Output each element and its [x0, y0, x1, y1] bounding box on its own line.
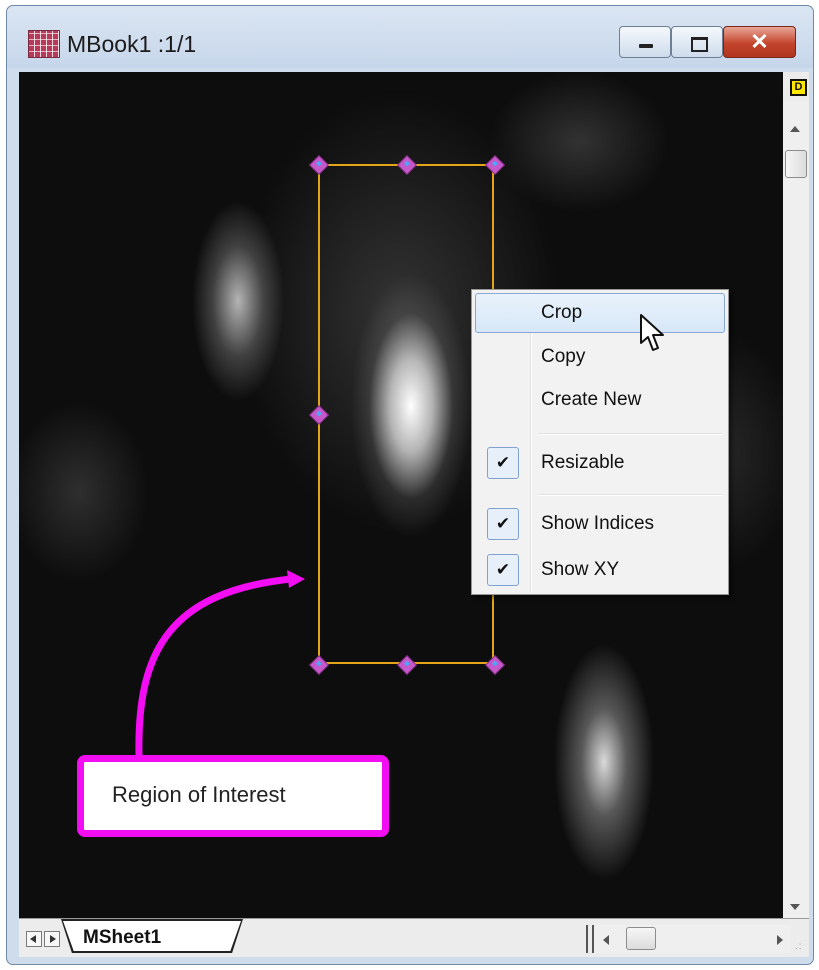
chevron-right-icon	[50, 935, 56, 943]
menu-item-label: Crop	[541, 302, 583, 323]
scroll-up-icon[interactable]	[790, 126, 800, 132]
menu-item-show-indices[interactable]: ✔ Show Indices	[475, 504, 725, 544]
scroll-right-icon[interactable]	[777, 935, 783, 945]
matrix-book-icon[interactable]	[28, 30, 60, 58]
resize-grip-icon[interactable]: .:	[795, 941, 803, 952]
minimize-icon	[639, 44, 653, 48]
check-icon: ✔	[487, 554, 519, 586]
maximize-button[interactable]	[671, 26, 723, 58]
close-icon: ✕	[750, 29, 769, 54]
next-sheet-button[interactable]	[44, 931, 60, 947]
menu-item-label: Create New	[541, 389, 642, 410]
close-button[interactable]: ✕	[723, 26, 796, 58]
menu-separator	[538, 433, 722, 435]
window-title: MBook1 :1/1	[67, 31, 197, 57]
title-bar[interactable]: MBook1 :1/1 ✕	[7, 6, 813, 68]
callout-label: Region of Interest	[112, 782, 286, 807]
check-icon: ✔	[487, 447, 519, 479]
menu-item-create-new[interactable]: Create New	[475, 380, 725, 420]
chevron-left-icon	[30, 935, 36, 943]
sheet-tab-bar: MSheet1 .:	[19, 918, 809, 957]
mouse-pointer-icon	[640, 314, 664, 351]
vertical-scroll-thumb[interactable]	[785, 150, 807, 178]
workbook-window: MBook1 :1/1 ✕ Region of Interest D MShee…	[6, 5, 814, 965]
menu-item-label: Show Indices	[541, 513, 655, 534]
minimize-button[interactable]	[619, 26, 671, 58]
scroll-split-handle[interactable]	[586, 925, 594, 953]
menu-item-resizable[interactable]: ✔ Resizable	[475, 443, 725, 483]
matrix-client-area: Region of Interest D MSheet1 .: Crop Cop…	[19, 72, 809, 957]
menu-item-label: Show XY	[541, 559, 620, 580]
horizontal-scroll-thumb[interactable]	[626, 927, 656, 950]
horizontal-scrollbar[interactable]	[595, 925, 791, 953]
maximize-icon	[691, 37, 708, 52]
menu-item-show-xy[interactable]: ✔ Show XY	[475, 550, 725, 590]
menu-item-label: Resizable	[541, 452, 625, 473]
menu-item-copy[interactable]: Copy	[475, 337, 725, 377]
region-of-interest-callout: Region of Interest	[77, 755, 389, 837]
data-badge-icon[interactable]: D	[790, 79, 807, 96]
menu-separator	[538, 494, 722, 496]
scroll-left-icon[interactable]	[603, 935, 609, 945]
check-icon: ✔	[487, 508, 519, 540]
sheet-tab-label: MSheet1	[83, 927, 162, 948]
vertical-scrollbar[interactable]	[783, 102, 809, 918]
previous-sheet-button[interactable]	[26, 931, 42, 947]
menu-item-crop[interactable]: Crop	[475, 293, 725, 333]
region-of-interest-box[interactable]	[318, 164, 494, 664]
menu-item-label: Copy	[541, 346, 586, 367]
scroll-down-icon[interactable]	[790, 904, 800, 910]
roi-context-menu: Crop Copy Create New ✔ Resizable ✔ Show …	[471, 289, 729, 595]
